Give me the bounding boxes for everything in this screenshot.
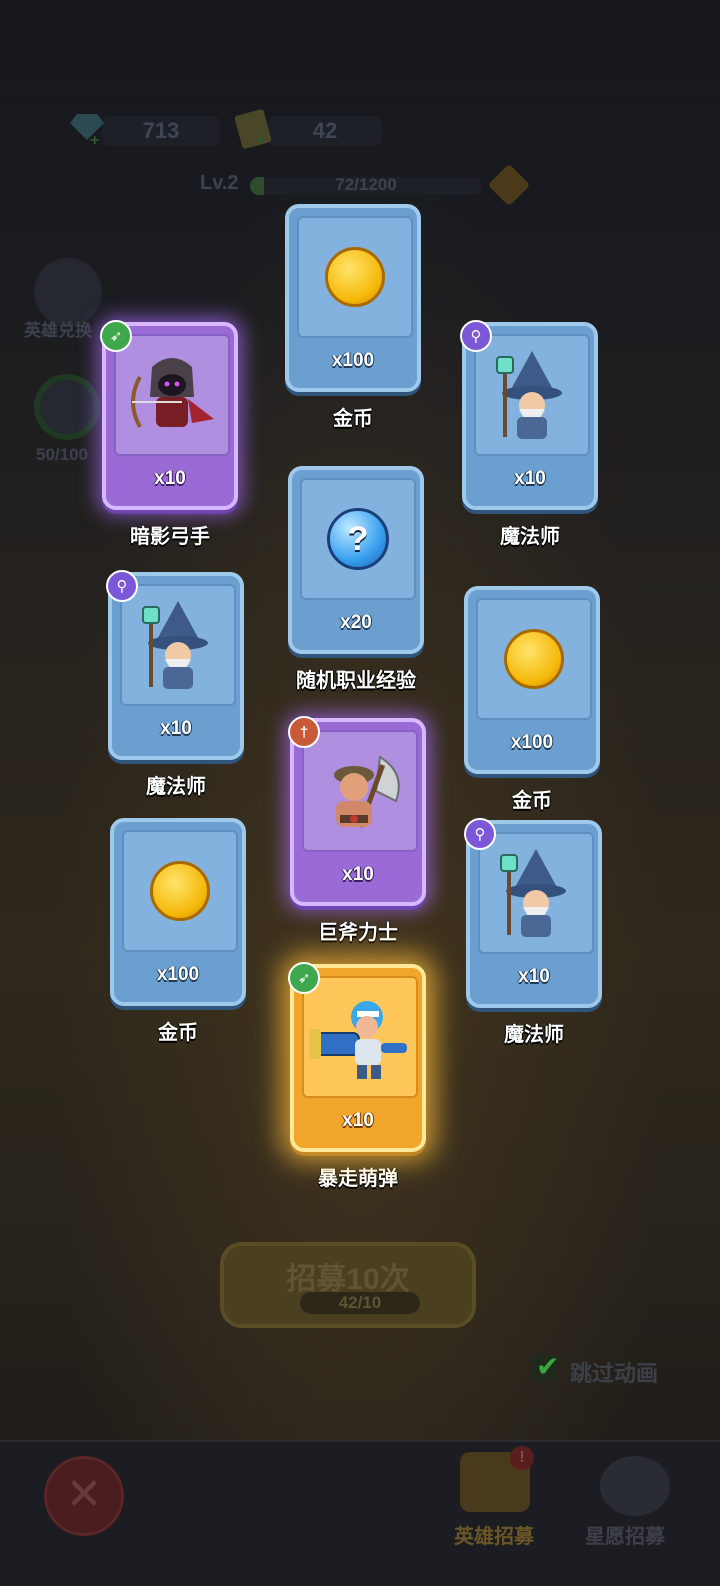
level-label: Lv.2 <box>200 172 239 194</box>
reward-quantity: x10 <box>342 864 374 885</box>
result-slot[interactable]: ⚲ x10 魔法师 <box>460 320 610 549</box>
result-slot[interactable]: ⚲ x10 魔法师 <box>464 818 614 1047</box>
star-recruit-tab-icon[interactable] <box>600 1456 670 1516</box>
skip-animation-label: 跳过动画 <box>570 1361 659 1386</box>
reward-card[interactable]: † x10 <box>288 716 426 906</box>
reward-card[interactable]: x100 <box>285 204 421 392</box>
bow-icon: ➶ <box>288 962 320 994</box>
orb-graphic: ? <box>327 508 389 570</box>
result-slot[interactable]: ? x20 随机职业经验 <box>288 466 436 693</box>
reward-quantity: x10 <box>160 718 192 739</box>
reward-card[interactable]: ➶ x10 <box>288 962 426 1152</box>
wizard-icon <box>120 584 236 706</box>
gem-counter: 713 <box>102 116 220 146</box>
ticket-count: 42 <box>312 118 338 143</box>
result-slot[interactable]: † x10 巨斧力士 <box>288 716 438 945</box>
reward-card[interactable]: x100 <box>110 818 246 1006</box>
reward-name: 暗影弓手 <box>130 526 210 548</box>
add-gem-icon[interactable]: + <box>90 133 104 149</box>
reward-name: 金币 <box>512 790 552 812</box>
reward-card[interactable]: ➶ x10 <box>100 320 238 510</box>
gold-coin-icon <box>122 830 238 952</box>
coin-graphic <box>504 629 564 689</box>
wizard-icon <box>478 832 594 954</box>
reward-name: 魔法师 <box>146 776 206 798</box>
reward-name: 随机职业经验 <box>296 670 416 692</box>
close-button[interactable]: ✕ <box>44 1456 124 1536</box>
result-slot[interactable]: ⚲ x10 魔法师 <box>106 570 256 799</box>
reward-card[interactable]: ⚲ x10 <box>464 818 602 1008</box>
reward-quantity: x10 <box>514 468 546 489</box>
staff-icon: ⚲ <box>106 570 138 602</box>
reward-quantity: x100 <box>156 964 200 985</box>
reward-quantity: x10 <box>154 468 186 489</box>
hero-exchange-label: 英雄兑换 <box>24 321 92 340</box>
bow-icon: ➶ <box>100 320 132 352</box>
staff-icon: ⚲ <box>464 818 496 850</box>
reward-quantity: x20 <box>340 612 372 633</box>
gold-coin-icon <box>476 598 592 720</box>
result-slot[interactable]: x100 金币 <box>464 586 612 813</box>
result-slot[interactable]: x100 金币 <box>110 818 258 1045</box>
coin-graphic <box>150 861 210 921</box>
axe-warrior-icon <box>302 730 418 852</box>
check-icon: ✔ <box>536 1351 560 1382</box>
result-slot[interactable]: x100 金币 <box>285 204 433 431</box>
reward-name: 巨斧力士 <box>318 922 398 944</box>
gem-count: 713 <box>142 118 180 143</box>
reward-quantity: x100 <box>510 732 554 753</box>
reward-card[interactable]: ? x20 <box>288 466 424 654</box>
reward-name: 魔法师 <box>504 1024 564 1046</box>
reward-card[interactable]: ⚲ x10 <box>460 320 598 510</box>
tab-hero-recruit[interactable]: 英雄招募 <box>454 1520 534 1549</box>
result-slot[interactable]: ➶ x10 暴走萌弹 <box>288 962 438 1191</box>
reward-name: 暴走萌弹 <box>318 1168 398 1190</box>
staff-icon: ⚲ <box>460 320 492 352</box>
reward-card[interactable]: ⚲ x10 <box>106 570 244 760</box>
gold-coin-icon <box>297 216 413 338</box>
mystery-orb-icon: ? <box>300 478 416 600</box>
star-progress-label: 50/100 <box>36 445 88 464</box>
reward-quantity: x100 <box>331 350 375 371</box>
reward-quantity: x10 <box>342 1110 374 1131</box>
notification-badge: ! <box>510 1446 534 1470</box>
sword-icon: † <box>288 716 320 748</box>
reward-name: 金币 <box>333 408 373 430</box>
recruit-cost: 42/10 <box>300 1292 420 1314</box>
coin-graphic <box>325 247 385 307</box>
shadow-archer-icon <box>114 334 230 456</box>
result-slot[interactable]: ➶ x10 暗影弓手 <box>100 320 250 549</box>
exp-text: 72/1200 <box>335 175 397 194</box>
reward-quantity: x10 <box>518 966 550 987</box>
tab-star-recruit[interactable]: 星愿招募 <box>585 1520 665 1549</box>
wizard-icon <box>474 334 590 456</box>
reward-card[interactable]: x100 <box>464 586 600 774</box>
add-ticket-icon[interactable]: + <box>256 133 270 149</box>
cannon-hero-icon <box>302 976 418 1098</box>
star-progress-icon[interactable] <box>34 374 100 440</box>
reward-name: 魔法师 <box>500 526 560 548</box>
reward-name: 金币 <box>158 1022 198 1044</box>
ticket-counter: 42 <box>268 116 382 146</box>
